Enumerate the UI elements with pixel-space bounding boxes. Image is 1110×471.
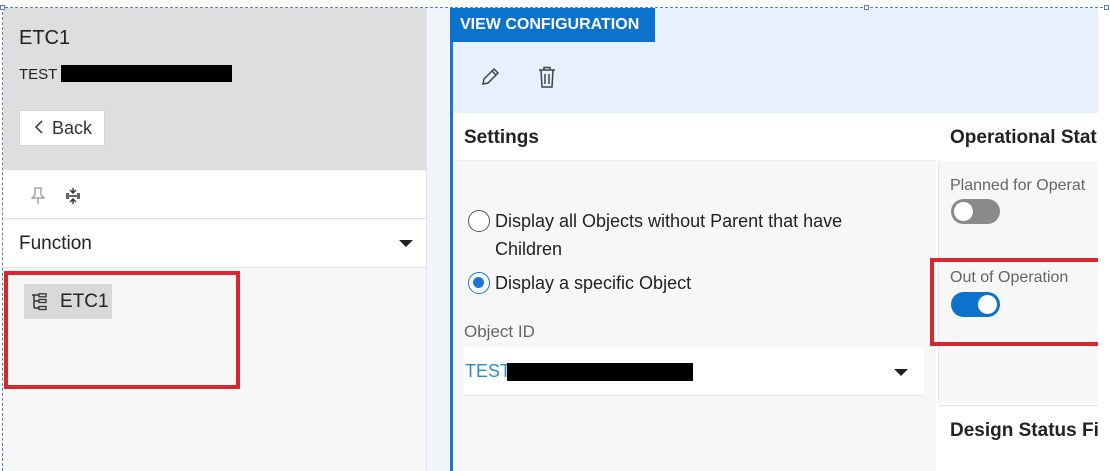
redacted-block [61, 65, 232, 82]
pencil-icon[interactable] [480, 67, 500, 92]
caret-down-icon[interactable] [399, 240, 413, 247]
toggle-knob [954, 202, 973, 221]
object-id-label: Object ID [464, 322, 535, 341]
resize-handle[interactable] [0, 5, 5, 10]
resize-handle[interactable] [864, 5, 869, 10]
operational-status-title: Operational Stat [950, 127, 1097, 148]
function-dropdown-label: Function [19, 233, 92, 254]
tab-view-configuration[interactable]: VIEW CONFIGURATION [450, 8, 655, 42]
radio-display-specific-label: Display a specific Object [495, 273, 692, 293]
object-id-value: TEST [465, 361, 512, 381]
page-subtitle: TEST [19, 66, 58, 83]
trash-icon[interactable] [538, 66, 556, 93]
collapse-icon[interactable] [65, 187, 81, 210]
caret-down-icon[interactable] [894, 369, 908, 376]
page-edge [1098, 8, 1110, 471]
planned-operation-toggle[interactable] [951, 199, 1000, 224]
radio-display-all[interactable] [468, 210, 490, 232]
highlight-box-toggle [930, 258, 1106, 346]
highlight-box-tree [4, 271, 240, 389]
selection-frame-left [2, 7, 3, 471]
back-button[interactable]: Back [19, 110, 105, 146]
planned-operation-label: Planned for Operat [950, 177, 1086, 194]
panel-splitter[interactable] [426, 8, 450, 471]
selection-frame-top [0, 7, 1108, 8]
design-status-title: Design Status Fi [950, 420, 1098, 441]
redacted-block [507, 363, 693, 381]
resize-handle[interactable] [1104, 5, 1109, 10]
chevron-left-icon [34, 118, 44, 139]
radio-display-all-label-cont: Children [495, 239, 563, 259]
radio-display-specific[interactable] [468, 272, 490, 294]
pin-icon[interactable] [30, 187, 46, 210]
radio-display-all-label: Display all Objects without Parent that … [495, 211, 843, 231]
settings-title: Settings [464, 127, 539, 148]
back-label: Back [52, 117, 93, 138]
page-title: ETC1 [19, 27, 71, 49]
